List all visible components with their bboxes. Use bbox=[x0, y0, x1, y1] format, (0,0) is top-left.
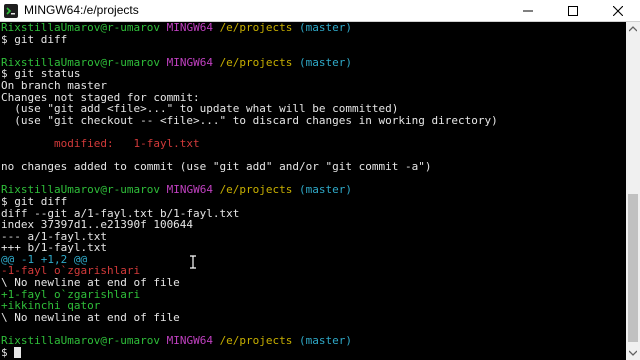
output-line: (use "git add <file>..." to update what … bbox=[1, 102, 399, 116]
vertical-scrollbar[interactable] bbox=[626, 22, 640, 360]
prompt-line: RixstillaUmarov@r-umarov MINGW64 /e/proj… bbox=[0, 55, 626, 69]
diff-header-line: +++ b/1-fayl.txt bbox=[1, 241, 107, 255]
diff-no-newline-line: \ No newline at end of file bbox=[1, 310, 180, 324]
terminal-output[interactable]: RixstillaUmarov@r-umarov MINGW64 /e/proj… bbox=[0, 22, 626, 360]
prompt-symbol: $ bbox=[1, 345, 15, 359]
prompt-path: /e/projects bbox=[219, 22, 293, 34]
prompt-user: RixstillaUmarov@r-umarov bbox=[1, 334, 160, 348]
input-line[interactable]: $ bbox=[0, 345, 626, 359]
close-icon bbox=[612, 6, 623, 16]
git-bash-icon bbox=[4, 4, 18, 18]
chevron-down-icon bbox=[629, 350, 637, 356]
prompt-branch: (master) bbox=[299, 183, 353, 197]
prompt-system: MINGW64 bbox=[166, 55, 213, 69]
prompt-branch: (master) bbox=[299, 55, 353, 69]
prompt-path: /e/projects bbox=[219, 334, 293, 348]
close-button[interactable] bbox=[595, 0, 640, 22]
prompt-system: MINGW64 bbox=[166, 183, 213, 197]
prompt-line: RixstillaUmarov@r-umarov MINGW64 /e/proj… bbox=[0, 22, 626, 34]
minimize-icon bbox=[522, 10, 533, 12]
maximize-icon bbox=[567, 6, 578, 16]
maximize-button[interactable] bbox=[550, 0, 595, 22]
scroll-up-button[interactable] bbox=[626, 22, 640, 36]
modified-file-line: modified: 1-fayl.txt bbox=[1, 136, 200, 150]
title-bar: MINGW64:/e/projects bbox=[0, 0, 640, 22]
prompt-line: RixstillaUmarov@r-umarov MINGW64 /e/proj… bbox=[0, 184, 626, 196]
prompt-path: /e/projects bbox=[219, 183, 293, 197]
command-line: $ git diff bbox=[1, 32, 68, 46]
prompt-system: MINGW64 bbox=[166, 22, 213, 34]
output-line: (use "git checkout -- <file>..." to disc… bbox=[1, 113, 498, 127]
output-line: On branch master bbox=[1, 78, 107, 92]
prompt-branch: (master) bbox=[299, 334, 353, 348]
chevron-up-icon bbox=[629, 26, 637, 32]
minimize-button[interactable] bbox=[505, 0, 550, 22]
prompt-branch: (master) bbox=[299, 22, 353, 34]
text-select-cursor-icon bbox=[190, 255, 196, 269]
output-line: no changes added to commit (use "git add… bbox=[1, 160, 432, 174]
scroll-down-button[interactable] bbox=[626, 346, 640, 360]
command-line: $ git diff bbox=[1, 194, 68, 208]
prompt-line: RixstillaUmarov@r-umarov MINGW64 /e/proj… bbox=[0, 335, 626, 347]
text-cursor bbox=[14, 347, 22, 359]
diff-header-line: index 37397d1..e21390f 100644 bbox=[1, 218, 194, 232]
diff-no-newline-line: \ No newline at end of file bbox=[1, 276, 180, 290]
window-title: MINGW64:/e/projects bbox=[24, 3, 139, 17]
prompt-system: MINGW64 bbox=[166, 334, 213, 348]
scrollbar-thumb[interactable] bbox=[628, 194, 638, 342]
prompt-path: /e/projects bbox=[219, 55, 293, 69]
